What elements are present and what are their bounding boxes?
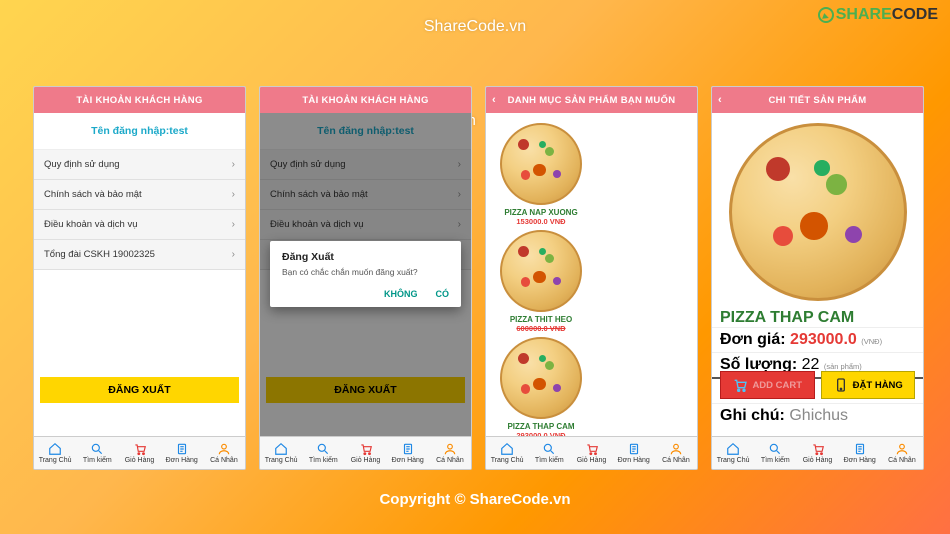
nav-search[interactable]: Tìm kiếm [76,437,118,469]
menu-item-terms[interactable]: Điều khoản và dịch vụ› [34,210,245,240]
copyright-text: Copyright © ShareCode.vn [379,491,570,508]
nav-home[interactable]: Trang Chủ [260,437,302,469]
screen-account: TÀI KHOẢN KHÁCH HÀNG Tên đăng nhập:test … [33,86,246,470]
bottom-nav: Trang Chủ Tìm kiếm Giỏ Hàng Đơn Hàng Cá … [260,436,471,469]
product-card[interactable]: PIZZA THIT HEO 600000.0 VNĐ [492,230,590,333]
chevron-right-icon: › [232,189,235,200]
back-icon[interactable]: ‹ [492,94,496,106]
add-cart-button[interactable]: ADD CART [720,371,815,399]
product-name: PIZZA THAP CAM [492,422,590,431]
product-title: PIZZA THAP CAM [712,307,923,327]
product-image-large [729,123,907,301]
home-icon [48,442,62,456]
product-card[interactable]: PIZZA NAP XUONG 153000.0 VNĐ [492,123,590,226]
product-price: 293000.0 VNĐ [492,431,590,436]
menu-item-usage[interactable]: Quy định sử dụng› [34,150,245,180]
chevron-right-icon: › [232,249,235,260]
nav-home[interactable]: Trang Chủ [486,437,528,469]
note-row: Ghi chú: Ghichus [712,403,923,428]
nav-cart[interactable]: Giỏ Hàng [796,437,838,469]
nav-profile[interactable]: Cá Nhân [881,437,923,469]
nav-orders[interactable]: Đơn Hàng [387,437,429,469]
dialog-yes-button[interactable]: CÓ [436,289,450,299]
price-row: Đơn giá: 293000.0 (VNĐ) [712,327,923,352]
product-name: PIZZA THIT HEO [492,315,590,324]
search-icon [90,442,104,456]
menu-item-privacy[interactable]: Chính sách và bảo mật› [34,180,245,210]
screen-logout-dialog: TÀI KHOẢN KHÁCH HÀNG Tên đăng nhập:test … [259,86,472,470]
product-price: 600000.0 VNĐ [492,324,590,333]
chevron-right-icon: › [232,219,235,230]
dialog-no-button[interactable]: KHÔNG [384,289,418,299]
screen2-header: TÀI KHOẢN KHÁCH HÀNG [260,87,471,113]
bottom-nav: Trang Chủ Tìm kiếm Giỏ Hàng Đơn Hàng Cá … [34,436,245,469]
login-username: Tên đăng nhập:test [34,113,245,150]
screen4-header: ‹ CHI TIẾT SẢN PHẨM [712,87,923,113]
bottom-nav: Trang Chủ Tìm kiếm Giỏ Hàng Đơn Hàng Cá … [712,436,923,469]
order-button[interactable]: ĐẶT HÀNG [821,371,916,399]
watermark-top: ShareCode.vn [424,18,526,36]
account-menu: Quy định sử dụng› Chính sách và bảo mật›… [34,150,245,270]
logout-button[interactable]: ĐĂNG XUẤT [40,377,239,403]
pizza-image [500,123,582,205]
nav-search[interactable]: Tìm kiếm [754,437,796,469]
sharecode-logo: SHARECODE [818,6,938,24]
screen-product-detail: ‹ CHI TIẾT SẢN PHẨM PIZZA THAP CAM Đơn g… [711,86,924,470]
nav-orders[interactable]: Đơn Hàng [613,437,655,469]
cart-icon [133,442,147,456]
screen-product-list: ‹ DANH MỤC SẢN PHẨM BẠN MUỐN PIZZA NAP X… [485,86,698,470]
bottom-nav: Trang Chủ Tìm kiếm Giỏ Hàng Đơn Hàng Cá … [486,436,697,469]
pizza-image [500,337,582,419]
nav-profile[interactable]: Cá Nhân [655,437,697,469]
nav-home[interactable]: Trang Chủ [34,437,76,469]
chevron-right-icon: › [232,159,235,170]
dialog-title: Đăng Xuất [282,251,449,263]
nav-home[interactable]: Trang Chủ [712,437,754,469]
clipboard-icon [175,442,189,456]
pizza-image [500,230,582,312]
nav-profile[interactable]: Cá Nhân [203,437,245,469]
nav-orders[interactable]: Đơn Hàng [839,437,881,469]
phone-icon [833,377,849,393]
menu-item-hotline[interactable]: Tổng đài CSKH 19002325› [34,240,245,270]
back-icon[interactable]: ‹ [718,94,722,106]
product-card[interactable]: PIZZA THAP CAM 293000.0 VNĐ [492,337,590,436]
nav-search[interactable]: Tìm kiếm [302,437,344,469]
product-grid: PIZZA NAP XUONG 153000.0 VNĐ PIZZA THIT … [486,113,697,436]
nav-cart[interactable]: Giỏ Hàng [570,437,612,469]
logout-dialog: Đăng Xuất Bạn có chắc chắn muốn đăng xuấ… [270,241,461,307]
product-name: PIZZA NAP XUONG [492,208,590,217]
logo-icon [818,7,834,23]
screen1-header: TÀI KHOẢN KHÁCH HÀNG [34,87,245,113]
nav-orders[interactable]: Đơn Hàng [161,437,203,469]
nav-profile[interactable]: Cá Nhân [429,437,471,469]
cart-icon [732,377,748,393]
nav-cart[interactable]: Giỏ Hàng [118,437,160,469]
screen3-header: ‹ DANH MỤC SẢN PHẨM BẠN MUỐN [486,87,697,113]
nav-cart[interactable]: Giỏ Hàng [344,437,386,469]
dialog-message: Bạn có chắc chắn muốn đăng xuất? [282,267,449,277]
nav-search[interactable]: Tìm kiếm [528,437,570,469]
product-price: 153000.0 VNĐ [492,217,590,226]
user-icon [217,442,231,456]
